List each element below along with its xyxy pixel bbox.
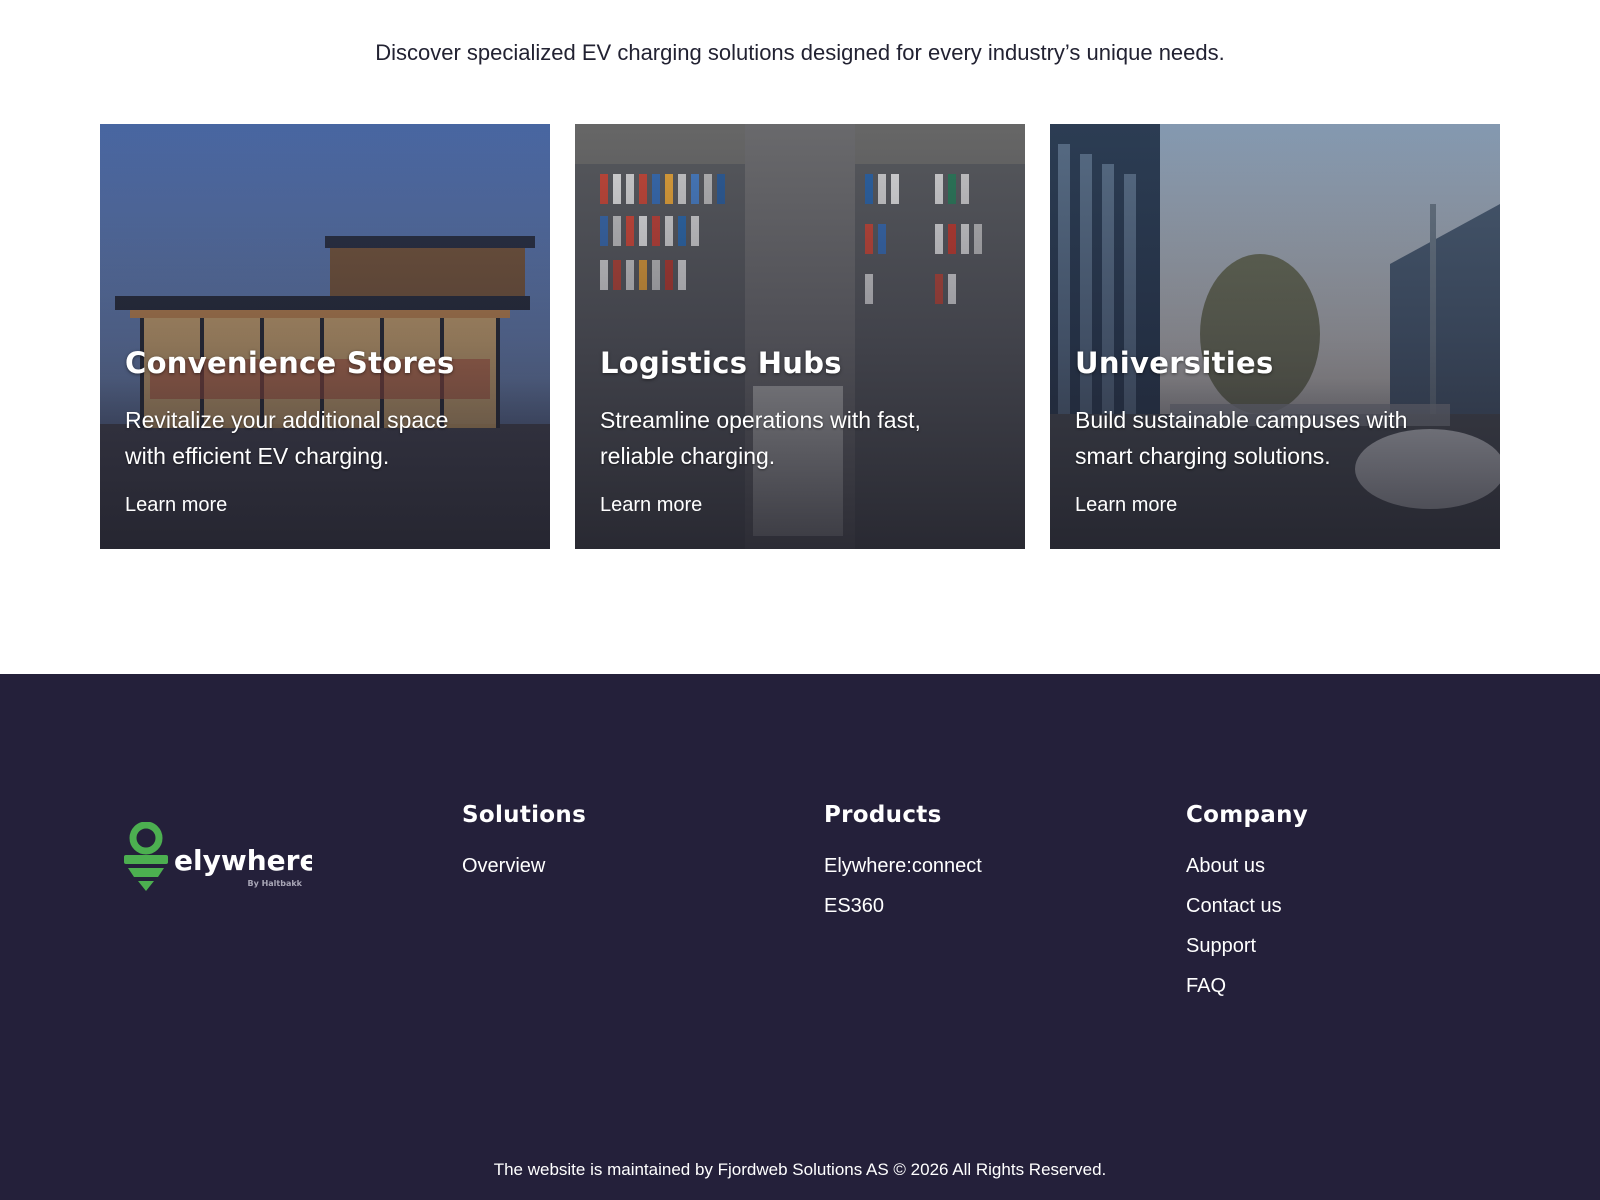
learn-more-link[interactable]: Learn more [600, 494, 702, 517]
card-description: Revitalize your additional space with ef… [125, 407, 449, 469]
copyright-text: The website is maintained by Fjordweb So… [493, 1160, 1107, 1179]
footer-heading: Products [824, 802, 942, 828]
card-universities[interactable]: Universities Build sustainable campuses … [1050, 124, 1500, 549]
footer-link-es360[interactable]: ES360 [824, 895, 884, 917]
card-overlay [575, 124, 1025, 549]
footer-link-faq[interactable]: FAQ [1186, 975, 1226, 997]
card-logistics-hubs[interactable]: Logistics Hubs Streamline operations wit… [575, 124, 1025, 549]
footer-link-about-us[interactable]: About us [1186, 855, 1265, 877]
card-overlay [1050, 124, 1500, 549]
footer-link-elywhere-connect[interactable]: Elywhere:connect [824, 855, 982, 877]
card-title: Logistics Hubs [600, 346, 842, 380]
location-pin-icon: elywhere By Haltbakk [124, 821, 318, 891]
elywhere-logo[interactable]: elywhere By Haltbakk [122, 821, 318, 892]
card-overlay [100, 124, 550, 549]
footer-link-overview[interactable]: Overview [462, 855, 545, 877]
card-convenience-stores[interactable]: Convenience Stores Revitalize your addit… [100, 124, 550, 549]
card-title: Convenience Stores [125, 346, 455, 380]
footer-column-products: Products Elywhere:connect ES360 [824, 802, 982, 936]
section-intro: Discover specialized EV charging solutio… [375, 40, 1225, 65]
footer-link-contact-us[interactable]: Contact us [1186, 895, 1282, 917]
learn-more-link[interactable]: Learn more [1075, 494, 1177, 517]
logo-tagline: By Haltbakk [247, 879, 302, 888]
card-description: Streamline operations with fast, reliabl… [600, 407, 921, 469]
card-title: Universities [1075, 346, 1274, 380]
logo-wordmark: elywhere [174, 844, 312, 877]
footer-heading: Company [1186, 802, 1309, 828]
footer-link-support[interactable]: Support [1186, 935, 1256, 957]
footer-heading: Solutions [462, 802, 587, 828]
learn-more-link[interactable]: Learn more [125, 494, 227, 517]
footer-column-solutions: Solutions Overview [462, 802, 586, 896]
site-footer: elywhere By Haltbakk Solutions Overview … [0, 674, 1600, 1200]
card-description: Build sustainable campuses with smart ch… [1075, 407, 1408, 469]
industry-cards: Convenience Stores Revitalize your addit… [100, 124, 1500, 549]
footer-column-company: Company About us Contact us Support FAQ [1186, 802, 1308, 1016]
